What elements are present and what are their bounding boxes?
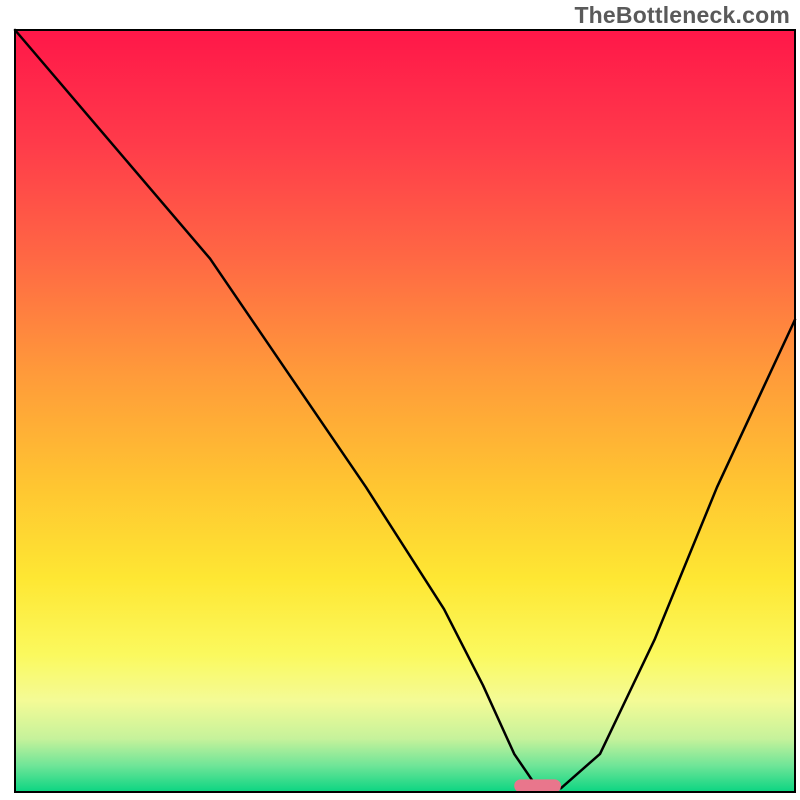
bottleneck-chart [0, 0, 800, 800]
watermark-label: TheBottleneck.com [574, 2, 790, 29]
optimal-marker [514, 779, 561, 792]
plot-background [15, 30, 795, 792]
chart-container: TheBottleneck.com [0, 0, 800, 800]
